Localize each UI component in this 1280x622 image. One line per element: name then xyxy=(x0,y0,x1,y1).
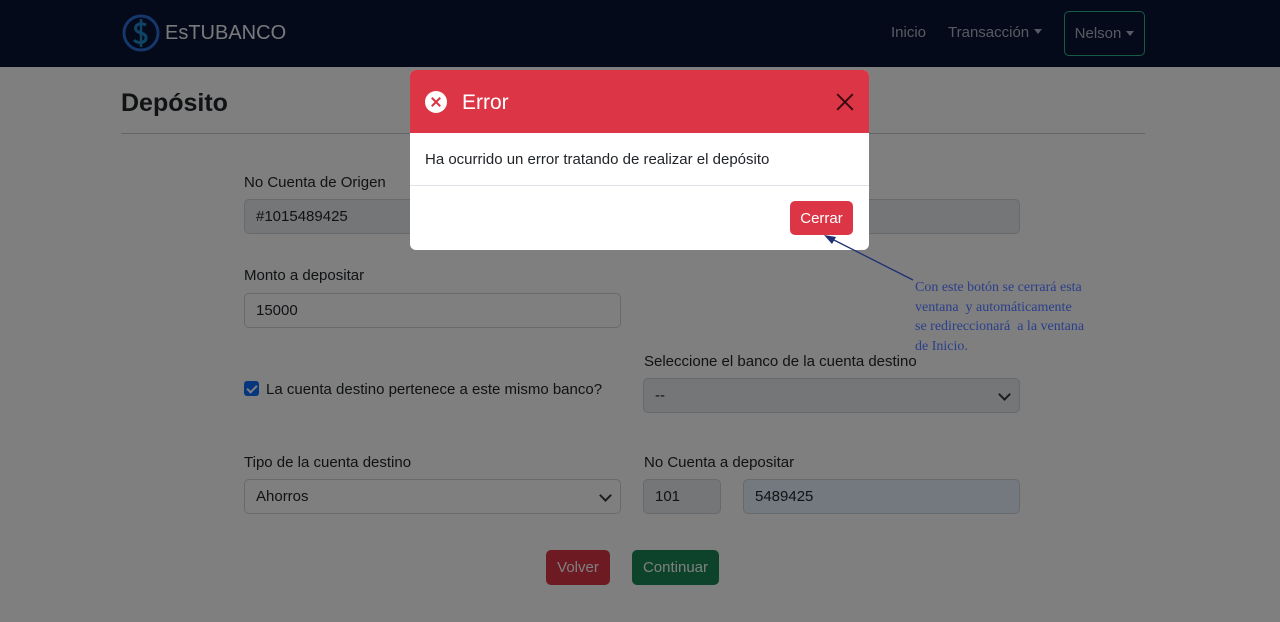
annotation-note: Con este botón se cerrará esta ventana y… xyxy=(915,280,1085,354)
